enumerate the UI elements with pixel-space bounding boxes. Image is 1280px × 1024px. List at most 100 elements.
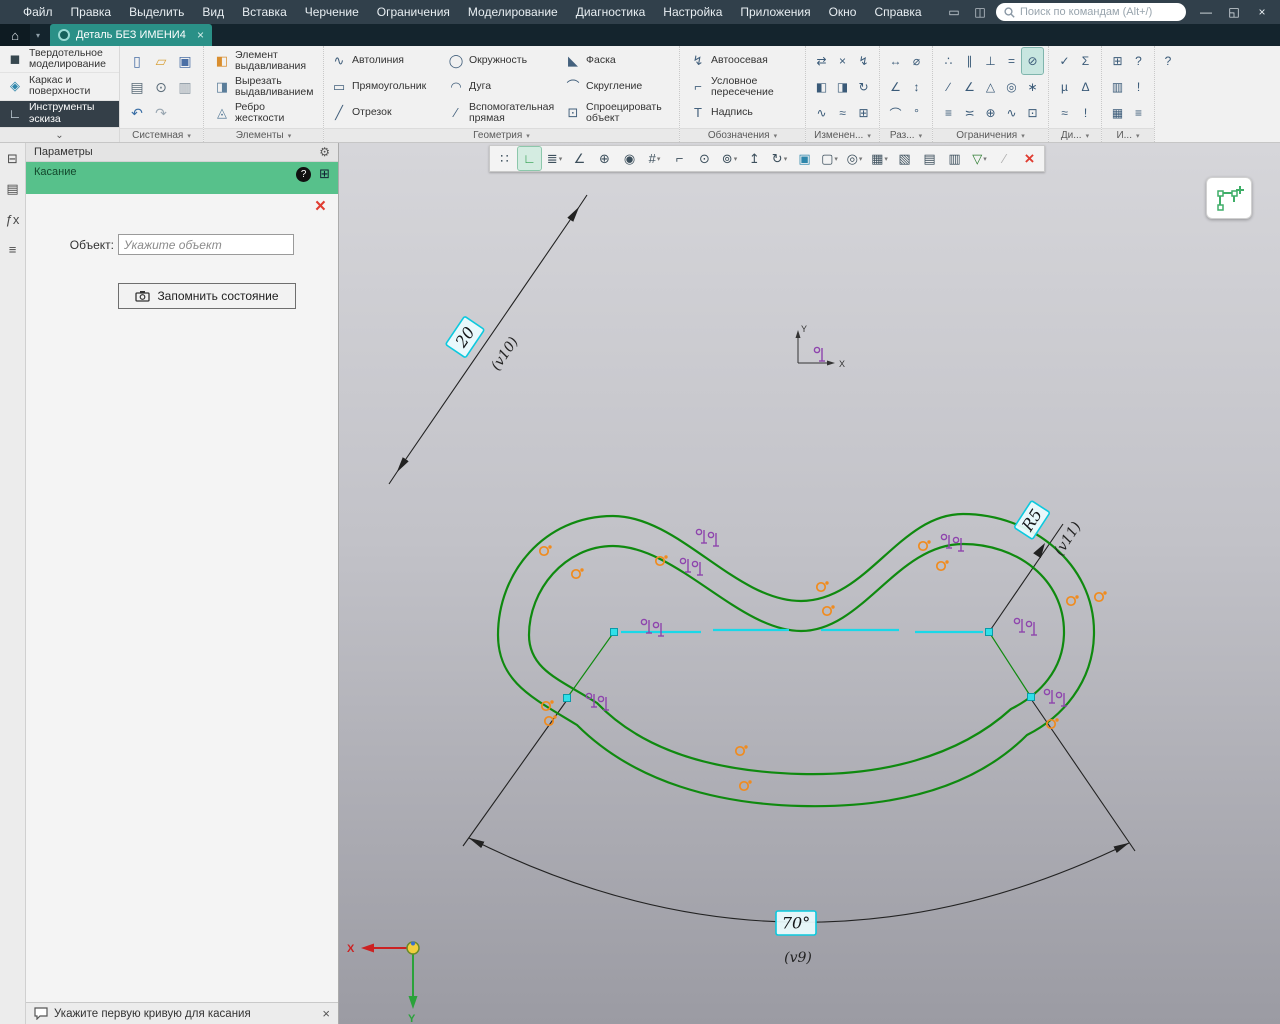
ribbon-icon[interactable]: ∠: [959, 74, 980, 100]
tool-автоосевая[interactable]: ↯Автоосевая: [685, 48, 800, 74]
ribbon-icon[interactable]: ×: [832, 48, 853, 74]
menu-вид[interactable]: Вид: [193, 0, 233, 24]
viewbar-sheet[interactable]: ▥: [943, 147, 966, 170]
redo-icon[interactable]: ↷: [149, 105, 173, 122]
save-all-icon[interactable]: ▥: [173, 79, 197, 96]
ribbon-icon[interactable]: ◧: [811, 74, 832, 100]
close-button[interactable]: ×: [1248, 0, 1276, 24]
vertex-handle[interactable]: [564, 695, 571, 702]
viewbar-zoom[interactable]: ⊙: [693, 147, 716, 170]
constraint-icon-purple[interactable]: [814, 347, 825, 361]
ribbon-icon[interactable]: ⊕: [980, 100, 1001, 126]
ribbon-icon[interactable]: ∗: [1022, 74, 1043, 100]
ribbon-icon[interactable]: ∠: [885, 74, 906, 100]
command-search[interactable]: [996, 3, 1186, 21]
menu-icon[interactable]: ≡: [3, 239, 23, 259]
tool-фаска[interactable]: ◣Фаска: [560, 48, 677, 74]
group-label[interactable]: И...▾: [1102, 128, 1154, 142]
viewbar-grip[interactable]: ∷: [493, 147, 516, 170]
minimize-button[interactable]: —: [1192, 0, 1220, 24]
constraint-icon-purple[interactable]: [1014, 618, 1025, 632]
tool-ребро-жесткости[interactable]: ◬Ребро жесткости: [209, 100, 318, 126]
constraint-icon-orange[interactable]: [823, 605, 835, 615]
constraint-icon-orange[interactable]: [817, 581, 829, 591]
ribbon-icon[interactable]: ✓: [1054, 48, 1075, 74]
close-command-icon[interactable]: ×: [315, 197, 326, 216]
group-label[interactable]: Раз...▾: [880, 128, 932, 142]
tool-скругление[interactable]: ⌒Скругление: [560, 74, 677, 100]
constraint-icon-orange[interactable]: [736, 745, 748, 755]
constraint-icon-purple[interactable]: [1026, 621, 1037, 635]
tool-вырезать-выдавливанием[interactable]: ◨Вырезать выдавливанием: [209, 74, 318, 100]
ribbon-icon[interactable]: !: [1075, 100, 1096, 126]
constraint-icon-orange[interactable]: [740, 780, 752, 790]
constraint-icon-orange[interactable]: [540, 545, 552, 555]
tool-спроецировать-объект[interactable]: ⊡Спроецировать объект: [560, 100, 677, 126]
constraint-icon-purple[interactable]: [692, 561, 703, 575]
ribbon-icon[interactable]: ∿: [811, 100, 832, 126]
ribbon-icon[interactable]: µ: [1054, 74, 1075, 100]
menu-черчение[interactable]: Черчение: [296, 0, 368, 24]
object-field[interactable]: [118, 234, 294, 255]
tool-автолиния[interactable]: ∿Автолиния: [326, 48, 443, 74]
outer-contour[interactable]: [498, 514, 1094, 806]
viewbar-layers[interactable]: ≣▾: [543, 147, 566, 170]
tab-close-icon[interactable]: ×: [197, 28, 204, 42]
ribbon-icon[interactable]: ◨: [832, 74, 853, 100]
constraint-icon-orange[interactable]: [572, 568, 584, 578]
ribbon-icon[interactable]: ∴: [938, 48, 959, 74]
tool-окружность[interactable]: ◯Окружность: [443, 48, 560, 74]
dim-value-r5[interactable]: R5: [1014, 501, 1050, 540]
viewbar-edit-disabled[interactable]: ∕: [993, 147, 1016, 170]
mode-твердотельное-моделирование[interactable]: ◼Твердотельное моделирование: [0, 46, 119, 73]
inner-contour[interactable]: [529, 544, 1064, 774]
viewbar-snaps[interactable]: ⊕: [593, 147, 616, 170]
mode-каркас-и-поверхности[interactable]: ◈Каркас и поверхности: [0, 73, 119, 100]
menu-диагностика[interactable]: Диагностика: [567, 0, 655, 24]
sketch-origin[interactable]: X Y: [796, 324, 846, 369]
restore-button[interactable]: ◱: [1220, 0, 1248, 24]
vertex-handle[interactable]: [611, 629, 618, 636]
constraint-icon-purple[interactable]: [708, 532, 719, 546]
tool-прямоугольник[interactable]: ▭Прямоугольник: [326, 74, 443, 100]
menu-правка[interactable]: Правка: [62, 0, 121, 24]
ribbon-icon[interactable]: ↔: [885, 48, 906, 74]
constraint-icon-purple[interactable]: [1056, 692, 1067, 706]
menu-моделирование[interactable]: Моделирование: [459, 0, 567, 24]
viewbar-hide-objects[interactable]: ◎▾: [843, 147, 866, 170]
ribbon-icon[interactable]: ⌒: [885, 100, 906, 126]
help-icon[interactable]: ?: [296, 167, 311, 182]
document-tab[interactable]: Деталь БЕЗ ИМЕНИ4 ×: [50, 24, 212, 46]
menu-приложения[interactable]: Приложения: [731, 0, 819, 24]
preview-icon[interactable]: ⊙: [149, 79, 173, 96]
ribbon-icon[interactable]: ⊡: [1022, 100, 1043, 126]
sketch-contour[interactable]: [498, 514, 1094, 806]
viewbar-section-view[interactable]: ▧: [893, 147, 916, 170]
dim-value-20[interactable]: 20: [446, 316, 485, 358]
parameters-tree-icon[interactable]: ⊟: [3, 149, 23, 169]
ribbon-icon[interactable]: Σ: [1075, 48, 1096, 74]
ribbon-icon[interactable]: ≍: [959, 100, 980, 126]
viewbar-zoom-area[interactable]: ⊚▾: [718, 147, 741, 170]
ribbon-icon[interactable]: ≡: [938, 100, 959, 126]
group-label[interactable]: Изменен...▾: [806, 128, 879, 142]
group-elements-label[interactable]: Элементы ▾: [204, 128, 323, 142]
ribbon-icon[interactable]: ⊘: [1022, 48, 1043, 74]
ribbon-icon[interactable]: ▦: [1107, 100, 1128, 126]
gear-icon[interactable]: ⚙: [319, 145, 330, 159]
group-system-label[interactable]: Системная ▾: [120, 128, 203, 142]
ribbon-icon[interactable]: ≈: [1054, 100, 1075, 126]
home-button[interactable]: ⌂: [0, 24, 30, 46]
sketch-mode-indicator[interactable]: [1206, 177, 1252, 219]
tree-icon[interactable]: ⊞: [319, 166, 330, 182]
remember-state-button[interactable]: Запомнить состояние: [118, 283, 296, 309]
ribbon-icon[interactable]: ▥: [1107, 74, 1128, 100]
status-close-icon[interactable]: ×: [322, 1006, 330, 1021]
viewbar-display-wireframe[interactable]: ▢▾: [818, 147, 841, 170]
ribbon-icon[interactable]: ⊥: [980, 48, 1001, 74]
menu-вставка[interactable]: Вставка: [233, 0, 296, 24]
ribbon-icon[interactable]: ↕: [906, 74, 927, 100]
dimension-lines[interactable]: [389, 195, 1135, 922]
tool-надпись[interactable]: TНадпись: [685, 100, 800, 126]
ribbon-icon[interactable]: ∥: [959, 48, 980, 74]
